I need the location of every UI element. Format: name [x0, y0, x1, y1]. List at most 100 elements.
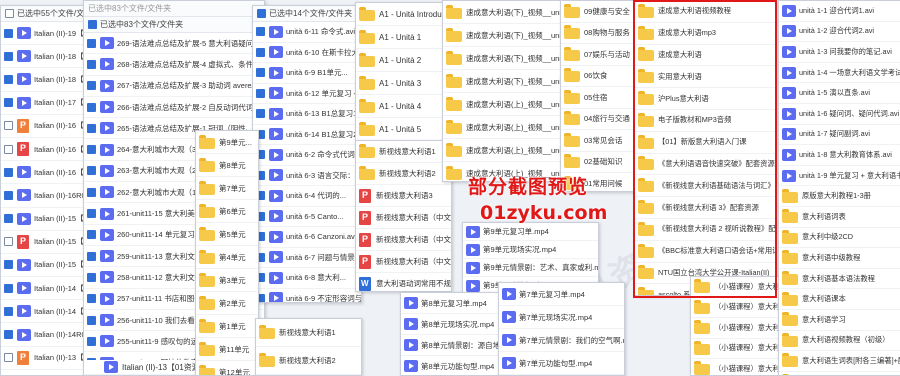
file-row[interactable]: Italian (II)-18【01 [1, 45, 89, 68]
file-row[interactable]: A1 - Unità 2 [356, 49, 446, 72]
file-row[interactable]: Italian (II)-13【01 [1, 370, 89, 376]
file-row[interactable]: 第9单元复习单.mp4 [463, 223, 598, 241]
row-checkbox[interactable] [87, 230, 96, 239]
row-checkbox[interactable] [4, 260, 13, 269]
file-row[interactable]: （小猫课程）意大利语A2 [691, 339, 789, 360]
file-row[interactable]: unità 6-13 B1总复习1.avi [253, 104, 361, 125]
file-row[interactable]: A1 - Unità Introduttiva [356, 3, 446, 26]
file-row[interactable]: Italian (II)-18【01 [1, 68, 89, 91]
file-row[interactable]: unità 6-14 B1总复习2.avi [253, 125, 361, 146]
file-row[interactable]: 速成意大利语(下)_视频__unità29-33 [443, 24, 563, 47]
file-row[interactable]: unità 6-4 代词的... [253, 186, 361, 207]
file-row[interactable]: （小猫课程）意大利语B2 [691, 298, 789, 319]
file-row[interactable]: unità 6-7 问题与情景.avi [253, 248, 361, 269]
row-checkbox[interactable] [4, 214, 13, 223]
file-row[interactable]: Italian (II)-17【01 [1, 92, 89, 115]
file-row[interactable]: 速成意大利语(上)_视频__unità15-18 [443, 93, 563, 116]
file-row[interactable]: 速成意大利语 [635, 45, 775, 67]
file-row[interactable]: （小猫课程）意大利语B1 [691, 318, 789, 339]
row-checkbox[interactable] [87, 337, 96, 346]
file-row[interactable]: unità 1-8 意大利教育体系.avi [779, 145, 900, 166]
file-row[interactable]: unità 6-5 Canto... [253, 207, 361, 228]
file-row[interactable]: 速成意大利语(上)_视频__unità10-14 [443, 116, 563, 139]
row-checkbox[interactable] [4, 121, 13, 130]
row-checkbox[interactable] [87, 316, 96, 325]
file-row[interactable]: Italian (II)-15【01 [1, 231, 89, 254]
file-row[interactable]: unità 6-12 单元复习 + 意... [253, 84, 361, 105]
file-row[interactable]: 03常见会话 [561, 130, 636, 152]
select-all-checkbox[interactable] [88, 20, 97, 29]
file-row[interactable]: 速成意大利语(上)_视频__unità05-09 [443, 139, 563, 162]
file-row[interactable]: 实用意大利语 [635, 66, 775, 88]
file-row[interactable]: 04旅行与交通 [561, 109, 636, 131]
file-row[interactable]: 速成意大利语(下)_视频__unità19-23 [443, 70, 563, 93]
file-row[interactable]: unità 1-1 迎合代词1.avi [779, 1, 900, 22]
file-row[interactable]: Italian (II)-19【01 [1, 22, 89, 45]
file-row[interactable]: 《新视线意大利语 2 视听说教程》配套资源 [635, 219, 775, 241]
file-row[interactable]: 意大利语生词表[附各三编著]+配套 [779, 351, 900, 372]
file-row[interactable]: 02基础知识 [561, 152, 636, 174]
file-row[interactable]: 速成意大利语mp3 [635, 23, 775, 45]
file-row[interactable]: 意大利语词表 [779, 207, 900, 228]
file-row[interactable]: unità 1-7 疑问副词.avi [779, 125, 900, 146]
row-checkbox[interactable] [87, 103, 96, 112]
file-row[interactable]: unità 6-6 Canzoni.avi [253, 227, 361, 248]
file-row[interactable]: 新视线意大利语1 [256, 319, 361, 347]
file-row[interactable]: A1 - Unità 1 [356, 26, 446, 49]
file-row[interactable]: 269-语法难点总结及扩展-5 意大利语疑问... [84, 33, 264, 54]
file-row[interactable]: 09健康与安全 [561, 1, 636, 23]
file-row[interactable]: Italian (II)-16【01 [1, 115, 89, 138]
file-row[interactable]: unità 6-3 语言交际：... [253, 166, 361, 187]
file-row[interactable]: 第9单元... [196, 131, 258, 154]
select-all-checkbox[interactable] [5, 9, 14, 18]
file-row[interactable]: unità 6-9 B1单元... [253, 63, 361, 84]
file-row[interactable]: Italian (II)-13【01 [1, 347, 89, 370]
file-row[interactable]: 新视线意大利语（中文版）练习... [356, 251, 451, 273]
file-row[interactable]: 速成意大利语(下)_视频__unità34-35 [443, 1, 563, 24]
file-row[interactable]: 07娱乐与活动 [561, 44, 636, 66]
row-checkbox[interactable] [87, 39, 96, 48]
row-checkbox[interactable] [4, 145, 13, 154]
file-row[interactable]: 新视线意大利语1 [356, 141, 451, 163]
row-checkbox[interactable] [4, 307, 13, 316]
row-checkbox[interactable] [4, 284, 13, 293]
file-row[interactable]: unità 6-11 命令式.avi [253, 22, 361, 43]
file-row[interactable]: 第7单元情景剧：我们的空气啊.mp4 [499, 329, 624, 352]
file-row[interactable]: 05住宿 [561, 87, 636, 109]
row-checkbox[interactable] [87, 145, 96, 154]
row-checkbox[interactable] [87, 60, 96, 69]
file-row[interactable]: 【01】新版意大利语入门课 [635, 132, 775, 154]
file-row[interactable]: 意大利语中级教程 [779, 248, 900, 269]
file-row[interactable]: 《意大利语语音快速突破》配套资源 [635, 154, 775, 176]
file-row[interactable]: unità 6-8 意大利... [253, 268, 361, 289]
file-row[interactable]: 第7单元功能句型.mp4 [499, 352, 624, 375]
file-row[interactable]: 意大利语课本 [779, 289, 900, 310]
file-row[interactable]: 第6单元 [196, 200, 258, 223]
row-checkbox[interactable] [87, 124, 96, 133]
file-row[interactable]: 新视线意大利语3 [356, 185, 451, 207]
file-row[interactable]: unità 1-6 疑问词、疑问代词.avi [779, 104, 900, 125]
file-row[interactable]: 《BBC标准意大利语口语会话+常用词词表》配套 [635, 241, 775, 263]
file-row[interactable]: unità 1-3 问我要你的笔记.avi [779, 42, 900, 63]
file-row[interactable]: Italian (II)-15【01 [1, 208, 89, 231]
file-row[interactable]: 第7单元现场实况.mp4 [499, 306, 624, 329]
file-row[interactable]: 速成意大利语(下)_视频__unità24-28 [443, 47, 563, 70]
file-row[interactable]: 第2单元 [196, 292, 258, 315]
file-row[interactable]: 第8单元 [196, 154, 258, 177]
file-row[interactable]: 沪Plus意大利语 [635, 88, 775, 110]
row-checkbox[interactable] [4, 191, 13, 200]
file-row[interactable]: unità 1-5 演以直条.avi [779, 83, 900, 104]
file-row[interactable]: （小猫课程）意大利语A1 [691, 277, 789, 298]
row-checkbox[interactable] [4, 353, 13, 362]
file-row[interactable]: Italian (II)-16【01 [1, 161, 89, 184]
file-row[interactable]: 意大利语动词常用不规则变位表.doc [356, 273, 451, 292]
file-row[interactable]: Italian (II)-15【01 [1, 254, 89, 277]
row-checkbox[interactable] [4, 29, 13, 38]
file-row[interactable]: 第4单元 [196, 246, 258, 269]
row-checkbox[interactable] [256, 68, 265, 77]
row-checkbox[interactable] [256, 48, 265, 57]
row-checkbox[interactable] [256, 109, 265, 118]
file-row[interactable]: 266-语法难点总结及扩展-2 自反动词代词式动词、无人称 [84, 97, 264, 118]
file-row[interactable]: 第5单元 [196, 223, 258, 246]
row-checkbox[interactable] [87, 209, 96, 218]
